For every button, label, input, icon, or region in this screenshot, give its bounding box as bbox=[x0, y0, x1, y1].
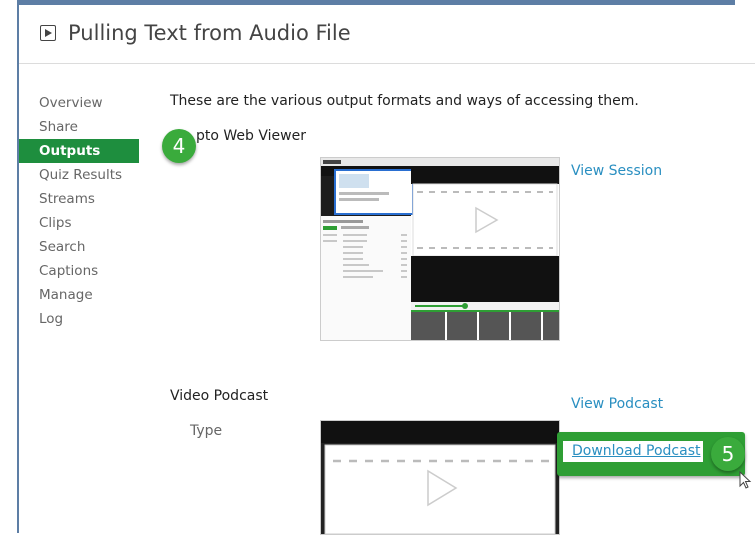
podcast-type-label: Type bbox=[190, 423, 223, 439]
mouse-cursor-icon bbox=[739, 470, 752, 489]
sidebar-item-clips[interactable]: Clips bbox=[19, 211, 139, 235]
web-viewer-preview-graphic bbox=[321, 158, 559, 340]
viewer-section-label: pto Web Viewer bbox=[196, 128, 306, 144]
sidebar-item-log[interactable]: Log bbox=[19, 307, 139, 331]
sidebar-item-streams[interactable]: Streams bbox=[19, 187, 139, 211]
sidebar-item-manage[interactable]: Manage bbox=[19, 283, 139, 307]
video-podcast-label: Video Podcast bbox=[170, 388, 269, 404]
sidebar-item-quiz-results[interactable]: Quiz Results bbox=[19, 163, 139, 187]
web-viewer-thumbnail[interactable] bbox=[320, 157, 560, 341]
page-title: Pulling Text from Audio File bbox=[40, 21, 351, 45]
window-frame-left bbox=[0, 0, 19, 533]
sidebar-item-share[interactable]: Share bbox=[19, 115, 139, 139]
sidebar-item-captions[interactable]: Captions bbox=[19, 259, 139, 283]
sidebar-item-search[interactable]: Search bbox=[19, 235, 139, 259]
outputs-intro-text: These are the various output formats and… bbox=[170, 93, 639, 109]
play-icon bbox=[40, 25, 56, 41]
sidebar-item-overview[interactable]: Overview bbox=[19, 91, 139, 115]
page-header: Pulling Text from Audio File bbox=[19, 5, 755, 64]
page-title-text: Pulling Text from Audio File bbox=[68, 21, 351, 45]
step-5-callout: 5 bbox=[711, 437, 745, 471]
sidebar-item-outputs[interactable]: Outputs bbox=[19, 139, 139, 163]
download-podcast-link[interactable]: Download Podcast bbox=[572, 443, 701, 459]
video-podcast-preview-graphic bbox=[321, 421, 559, 534]
step-4-callout: 4 bbox=[162, 129, 196, 163]
sidebar-nav: Overview Share Outputs Quiz Results Stre… bbox=[19, 91, 139, 331]
view-podcast-link[interactable]: View Podcast bbox=[571, 396, 663, 412]
video-podcast-thumbnail[interactable] bbox=[320, 420, 560, 535]
view-session-link[interactable]: View Session bbox=[571, 163, 662, 179]
